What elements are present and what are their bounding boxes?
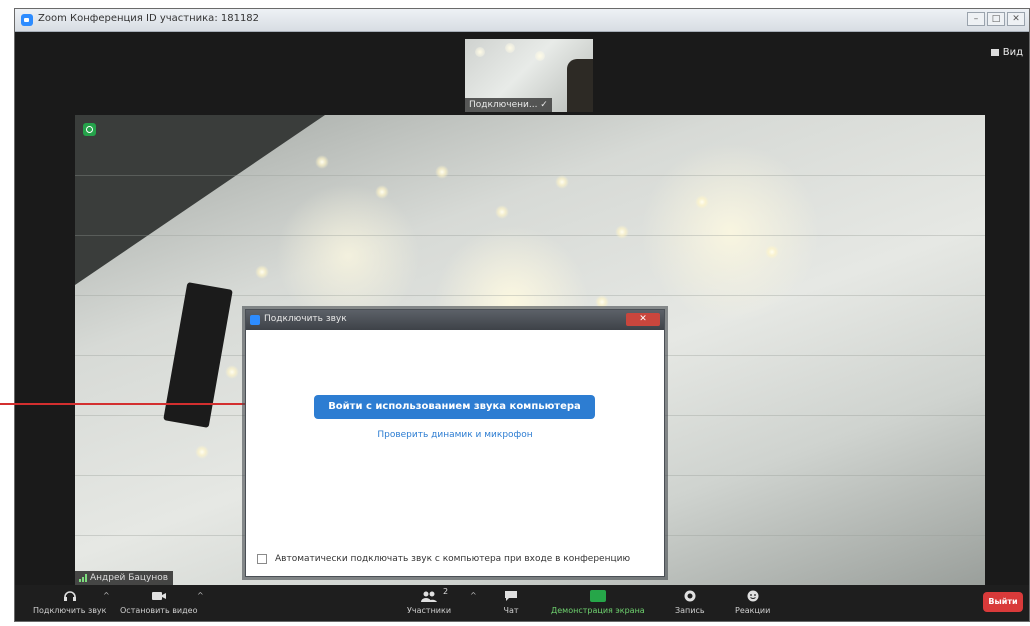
fairy-light (615, 225, 629, 239)
stop-video-button[interactable]: Остановить видео (120, 590, 197, 615)
thumbnail-label: Подключени... ✓ (465, 98, 552, 112)
reactions-button[interactable]: Реакции (735, 590, 770, 615)
fairy-light (375, 185, 389, 199)
fairy-light (435, 165, 449, 179)
dialog-title-bar: Подключить звук ✕ (246, 310, 664, 330)
fairy-light (695, 195, 709, 209)
record-icon (684, 590, 696, 602)
join-audio-dialog: Подключить звук ✕ Войти с использованием… (245, 309, 665, 577)
light-decoration (535, 51, 545, 61)
zoom-app-icon (21, 14, 33, 26)
auto-join-label: Автоматически подключать звук с компьюте… (275, 554, 631, 564)
share-screen-label: Демонстрация экрана (551, 606, 645, 615)
zoom-app-icon (250, 315, 260, 325)
join-audio-button[interactable]: Подключить звук (33, 590, 107, 615)
chat-label: Чат (503, 606, 519, 615)
headphones-icon (63, 591, 76, 601)
chat-icon (505, 591, 517, 601)
participants-count: 2 (443, 587, 449, 596)
record-button[interactable]: Запись (675, 590, 705, 615)
dialog-close-button[interactable]: ✕ (626, 313, 660, 326)
participant-figure (567, 59, 593, 112)
fairy-light (195, 445, 209, 459)
stop-video-label: Остановить видео (120, 606, 198, 615)
video-options-caret[interactable]: ^ (197, 591, 204, 600)
signal-icon (79, 574, 87, 582)
participants-label: Участники (407, 606, 452, 615)
test-speaker-mic-link[interactable]: Проверить динамик и микрофон (246, 430, 664, 440)
share-screen-icon (589, 590, 606, 602)
brick-line (75, 235, 985, 236)
minimize-button[interactable]: – (967, 12, 985, 26)
view-label: Вид (1002, 47, 1023, 58)
close-window-button[interactable]: ✕ (1007, 12, 1025, 26)
light-decoration (505, 43, 515, 53)
video-status-icon (83, 123, 96, 136)
title-bar: Zoom Конференция ID участника: 181182 – … (15, 9, 1029, 32)
share-screen-button[interactable]: Демонстрация экрана (551, 590, 645, 615)
participant-name: Андрей Бацунов (90, 573, 169, 583)
dialog-title: Подключить звук (264, 314, 347, 324)
leave-button[interactable]: Выйти (983, 592, 1023, 612)
ceiling-shadow (75, 115, 325, 285)
window-controls: – □ ✕ (967, 12, 1025, 26)
light-decoration (475, 47, 485, 57)
participants-icon (421, 591, 438, 602)
audio-options-caret[interactable]: ^ (103, 591, 110, 600)
brick-line (75, 175, 985, 176)
grid-icon (990, 49, 999, 56)
fairy-light (225, 365, 239, 379)
record-label: Запись (675, 606, 705, 615)
window-title: Zoom Конференция ID участника: 181182 (38, 13, 260, 24)
fairy-light (765, 245, 779, 259)
meeting-toolbar: Подключить звук ^ Остановить видео ^ Уча… (15, 585, 1029, 621)
camera-icon (151, 592, 166, 600)
fairy-light (255, 265, 269, 279)
participants-options-caret[interactable]: ^ (470, 591, 477, 600)
participant-thumbnail[interactable]: Подключени... ✓ (465, 39, 593, 112)
reactions-label: Реакции (735, 606, 771, 615)
fairy-light (555, 175, 569, 189)
participant-name-label: Андрей Бацунов (75, 571, 174, 585)
fairy-light (595, 295, 609, 309)
fairy-light (495, 205, 509, 219)
view-button[interactable]: Вид (990, 47, 1023, 58)
maximize-button[interactable]: □ (987, 12, 1005, 26)
join-with-computer-audio-button[interactable]: Войти с использованием звука компьютера (314, 395, 595, 419)
fairy-light (315, 155, 329, 169)
reactions-icon (747, 590, 759, 602)
auto-join-checkbox[interactable] (257, 554, 267, 564)
join-audio-label: Подключить звук (33, 606, 107, 615)
auto-join-row: Автоматически подключать звук с компьюте… (257, 554, 630, 564)
chat-button[interactable]: Чат (503, 590, 519, 615)
